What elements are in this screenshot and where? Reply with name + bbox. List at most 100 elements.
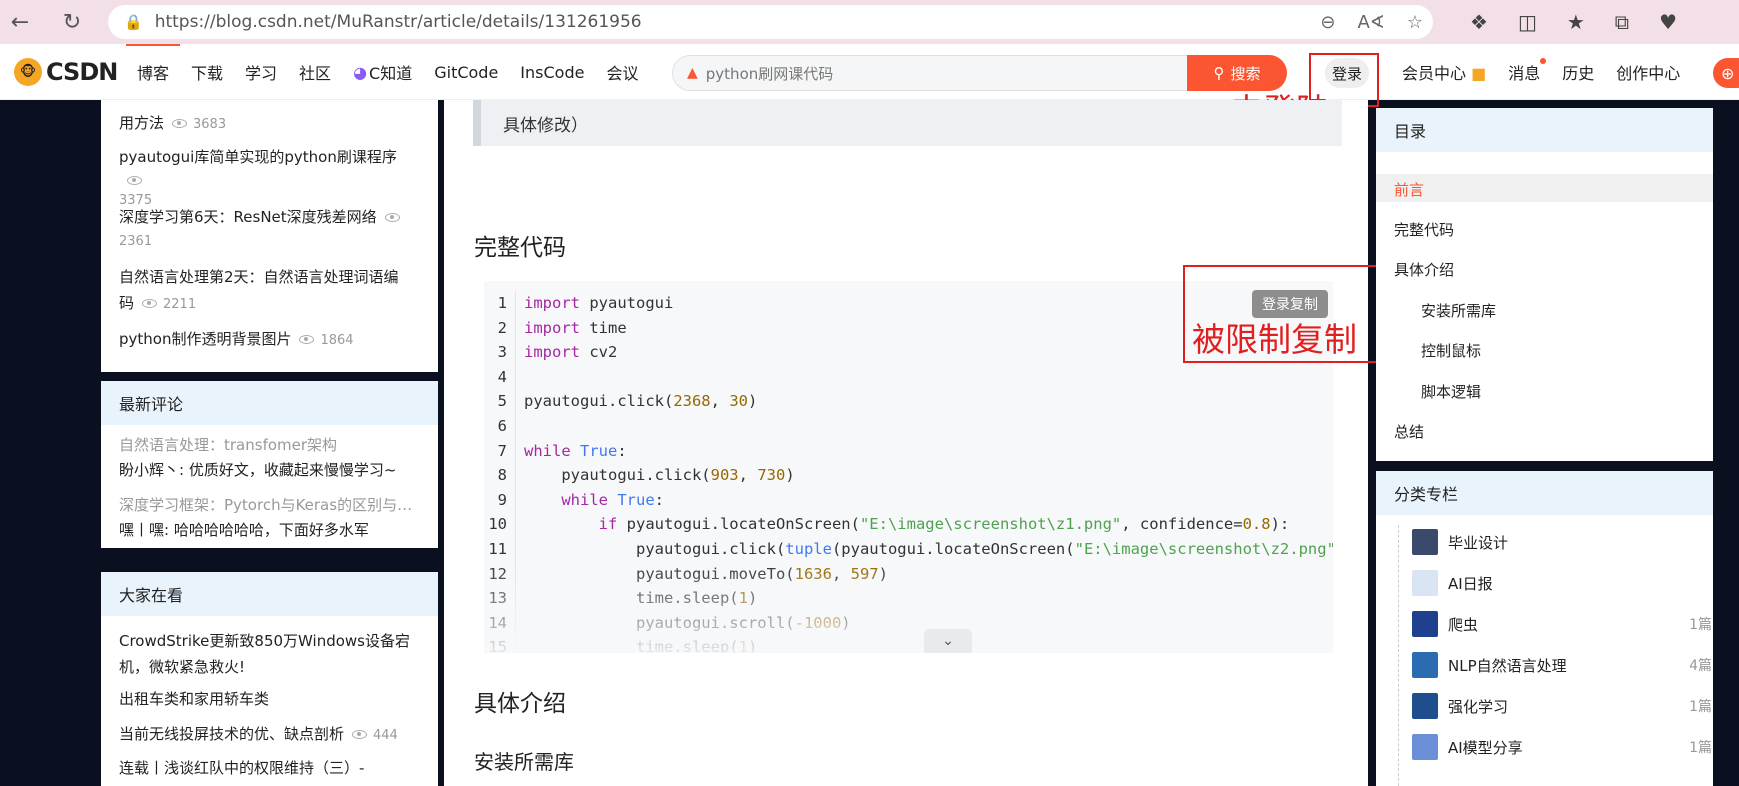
toc-item-script[interactable]: 脚本逻辑 [1421,381,1481,402]
search-button-label: 搜索 [1230,64,1261,83]
popular-post-title: 深度学习第6天：ResNet深度残差网络 [119,208,377,226]
annotation-copy-restricted: 被限制复制 [1192,320,1357,359]
popular-post-item[interactable]: 深度学习第6天：ResNet深度残差网络 2361 [119,204,419,249]
search-input[interactable]: ▲ python刷网课代码 [672,55,1187,91]
category-item[interactable]: AI模型分享 1篇 [1412,732,1712,762]
nav-item-community[interactable]: 社区 [288,44,342,100]
category-item[interactable]: 爬虫 1篇 [1412,609,1712,639]
views-eye-icon [352,730,368,739]
line-number: 11 [484,536,516,562]
read-aloud-icon[interactable]: A∢ [1357,12,1384,33]
popular-post-item[interactable]: python制作透明背景图片 1864 [119,326,419,352]
refresh-icon[interactable]: ↻ [52,2,92,42]
url-text: https://blog.csdn.net/MuRanstr/article/d… [154,12,642,32]
category-item[interactable]: AI日报 [1412,568,1692,598]
category-item[interactable]: 强化学习 1篇 [1412,691,1712,721]
nav-item-blog[interactable]: 博客 [126,44,181,100]
collections-icon[interactable]: ⧉ [1615,10,1629,34]
favorite-star-icon[interactable]: ☆ [1407,12,1423,33]
category-name: AI模型分享 [1448,738,1523,757]
health-icon[interactable]: ♥ [1659,10,1677,34]
search-icon: ⚲ [1213,64,1225,82]
watching-item-title: CrowdStrike更新致850万Windows设备宕 [119,632,410,650]
category-item[interactable]: 毕业设计 [1412,527,1692,557]
address-bar[interactable]: 🔒 https://blog.csdn.net/MuRanstr/article… [108,5,1433,39]
popular-post-item[interactable]: 用方法 3683 [119,110,419,136]
nav-item-inscode[interactable]: InsCode [509,44,595,100]
code-text: pyautogui.click(2368, 30) [524,392,758,411]
watching-item[interactable]: 连载丨浅谈红队中的权限维持（三）- [119,755,419,781]
logo-text: CSDN [46,58,118,86]
code-fade-overlay [484,563,1333,653]
code-line: 6 [484,413,1333,439]
category-name: 爬虫 [1448,615,1479,634]
toc-item-summary[interactable]: 总结 [1394,421,1424,442]
nav-vip-label: 会员中心 [1402,64,1467,83]
code-line: 4 [484,364,1333,390]
latest-comments-card: 最新评论 自然语言处理：transfomer架构 盼小辉丶: 优质好文，收藏起来… [101,381,438,548]
browser-toolbar: ← ↻ 🔒 https://blog.csdn.net/MuRanstr/art… [0,0,1739,44]
nav-creator-center[interactable]: 创作中心 [1616,60,1680,84]
expand-code-chevron-icon[interactable]: ⌄ [924,629,972,653]
line-number: 1 [484,291,516,316]
nav-item-gitcode[interactable]: GitCode [423,44,509,100]
popular-post-title: 用方法 [119,114,165,132]
favorites-icon[interactable]: ★ [1567,10,1585,34]
watching-item-title: 连载丨浅谈红队中的权限维持（三）- [119,759,365,777]
publish-button[interactable]: ⊕ [1713,58,1739,88]
line-number: 6 [484,413,516,439]
toc-item-preface[interactable]: 前言 [1394,179,1424,200]
toc-item-install[interactable]: 安装所需库 [1421,300,1496,321]
category-name: 强化学习 [1448,697,1509,716]
nav-item-cknow[interactable]: ◕ C知道 [342,44,423,100]
nav-item-download[interactable]: 下载 [180,44,234,100]
nav-vip-center[interactable]: 会员中心 ■ [1402,60,1486,84]
comment-post-title: 自然语言处理：transfomer架构 [119,436,338,454]
back-icon[interactable]: ← [0,2,40,42]
category-name: 毕业设计 [1448,533,1509,552]
watching-item[interactable]: CrowdStrike更新致850万Windows设备宕 机，微软紧急救火! [119,628,419,680]
popular-post-title: 自然语言处理第2天：自然语言处理词语编 [119,268,399,286]
category-name: NLP自然语言处理 [1448,656,1567,675]
code-text: if pyautogui.locateOnScreen("E:\image\sc… [598,515,1290,534]
views-eye-icon [127,176,142,185]
category-item[interactable]: NLP自然语言处理 4篇 [1412,650,1712,680]
heading-full-code: 完整代码 [474,235,566,261]
search-placeholder: python刷网课代码 [705,64,834,83]
toc-item-details[interactable]: 具体介绍 [1394,259,1454,280]
code-text: pyautogui.click(tuple(pyautogui.locateOn… [524,539,1333,558]
watching-item[interactable]: 出租车类和家用轿车类 [119,686,419,712]
site-header: 🐵 CSDN 博客 下载 学习 社区 ◕ C知道 GitCode InsCode … [0,44,1739,100]
code-line: 7 while True: [484,438,1333,464]
split-screen-icon[interactable]: ◫ [1518,10,1537,34]
nav-item-meeting[interactable]: 会议 [595,44,649,100]
user-nav: 会员中心 ■ 消息 历史 创作中心 [1402,44,1680,100]
nav-history[interactable]: 历史 [1562,60,1594,84]
extensions-icon[interactable]: ❖ [1470,10,1488,34]
code-line: 8 pyautogui.click(903, 730) [484,463,1333,488]
watching-item[interactable]: 当前无线投屏技术的优、缺点剖析 444 [119,721,419,747]
csdn-logo[interactable]: 🐵 CSDN [14,58,118,86]
popular-post-item[interactable]: pyautogui库简单实现的python刷课程序 3375 [119,144,419,208]
nav-messages[interactable]: 消息 [1508,58,1547,84]
blockquote: 具体修改） [473,100,1342,146]
category-count: 4篇 [1689,658,1712,674]
popular-posts-card: 用方法 3683 pyautogui库简单实现的python刷课程序 3375 深… [101,100,438,372]
comment-item[interactable]: 自然语言处理：transfomer架构 盼小辉丶: 优质好文，收藏起来慢慢学习~ [119,434,419,480]
comment-item[interactable]: 深度学习框架：Pytorch与Keras的区别与使用方法 嘿丨嘿: 哈哈哈哈哈哈… [119,494,419,540]
nav-item-learn[interactable]: 学习 [234,44,288,100]
popular-post-title-line2: 码 [119,294,135,312]
category-card: 分类专栏 毕业设计 AI日报 爬虫 1篇 NLP自然语言处理 4篇 强化学习 1篇 AI模型分享… [1376,471,1713,786]
popular-post-item[interactable]: 自然语言处理第2天：自然语言处理词语编 码 2211 [119,264,419,316]
comment-text: 嘿丨嘿: 哈哈哈哈哈哈，下面好多水军 [119,521,369,539]
line-number: 2 [484,315,516,341]
toc-title: 目录 [1376,108,1713,152]
comment-text: 盼小辉丶: 优质好文，收藏起来慢慢学习~ [119,461,397,479]
views-eye-icon [384,213,400,222]
toc-item-mouse[interactable]: 控制鼠标 [1421,340,1481,361]
toc-item-full-code[interactable]: 完整代码 [1394,219,1454,240]
zoom-out-icon[interactable]: ⊖ [1320,12,1335,33]
heading-details: 具体介绍 [474,691,566,717]
